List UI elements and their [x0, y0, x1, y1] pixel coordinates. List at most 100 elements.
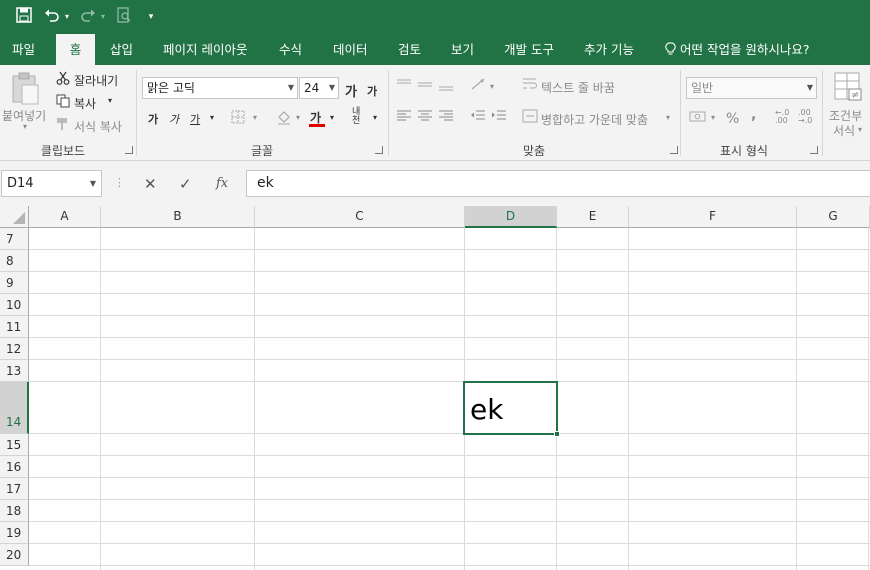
tab-review[interactable]: 검토: [398, 34, 421, 65]
formula-bar-grip-icon[interactable]: ⋮: [114, 176, 125, 189]
align-right-icon[interactable]: [438, 110, 454, 125]
fill-color-dropdown-icon[interactable]: ▾: [296, 113, 300, 122]
tab-formulas[interactable]: 수식: [279, 34, 302, 65]
cut-button[interactable]: 잘라내기: [74, 72, 118, 89]
tab-home[interactable]: 홈: [56, 34, 95, 65]
tab-add-ins[interactable]: 추가 기능: [584, 34, 634, 65]
enter-icon[interactable]: ✓: [179, 175, 192, 193]
print-preview-icon[interactable]: [114, 7, 134, 27]
format-painter-button[interactable]: 서식 복사: [74, 118, 122, 135]
merge-dropdown-icon[interactable]: ▾: [666, 113, 670, 122]
row-header[interactable]: 17: [0, 478, 29, 500]
orientation-icon[interactable]: [470, 77, 488, 94]
tab-insert[interactable]: 삽입: [110, 34, 133, 65]
fill-handle[interactable]: [554, 431, 560, 437]
gridline: [29, 521, 870, 522]
accounting-dropdown-icon[interactable]: ▾: [711, 113, 715, 122]
merge-center-icon: [522, 109, 538, 126]
active-cell-d14[interactable]: ek: [463, 381, 560, 437]
paste-dropdown-icon[interactable]: ▾: [23, 122, 27, 131]
tab-developer[interactable]: 개발 도구: [504, 34, 554, 65]
row-header[interactable]: 12: [0, 338, 29, 360]
formula-input[interactable]: ek: [246, 170, 870, 197]
row-header[interactable]: 7: [0, 228, 29, 250]
merge-center-button[interactable]: 병합하고 가운데 맞춤: [541, 111, 648, 128]
font-size-select[interactable]: 24 ▼: [299, 77, 339, 99]
wrap-text-button[interactable]: 텍스트 줄 바꿈: [541, 79, 615, 96]
column-header[interactable]: B: [101, 206, 255, 228]
column-header-selected[interactable]: D: [465, 206, 557, 228]
tab-data[interactable]: 데이터: [333, 34, 368, 65]
copy-button[interactable]: 복사: [74, 95, 96, 112]
underline-button[interactable]: 가: [190, 111, 200, 127]
tell-me-box[interactable]: 어떤 작업을 원하시나요?: [665, 34, 810, 65]
tab-file[interactable]: 파일: [12, 34, 35, 65]
phonetic-button[interactable]: 내천: [352, 108, 368, 126]
row-header[interactable]: 13: [0, 360, 29, 382]
row-header[interactable]: 16: [0, 456, 29, 478]
align-bottom-icon[interactable]: [438, 79, 454, 94]
copy-dropdown-icon[interactable]: ▾: [108, 96, 112, 105]
fill-color-icon[interactable]: [276, 109, 292, 128]
gridline: [628, 228, 629, 570]
row-header[interactable]: 19: [0, 522, 29, 544]
row-header[interactable]: 8: [0, 250, 29, 272]
percent-style-button[interactable]: %: [726, 111, 739, 127]
align-middle-icon[interactable]: [417, 79, 433, 94]
gridline: [254, 228, 255, 570]
column-header[interactable]: G: [797, 206, 870, 228]
row-header[interactable]: 11: [0, 316, 29, 338]
italic-button[interactable]: 가: [169, 111, 179, 127]
number-launcher-icon[interactable]: [810, 146, 818, 154]
alignment-launcher-icon[interactable]: [670, 146, 678, 154]
column-header[interactable]: F: [629, 206, 797, 228]
font-color-dropdown-icon[interactable]: ▾: [330, 113, 334, 122]
tab-page-layout[interactable]: 페이지 레이아웃: [163, 34, 247, 65]
paste-icon[interactable]: [10, 71, 40, 108]
align-center-icon[interactable]: [417, 110, 433, 125]
borders-icon[interactable]: [231, 110, 245, 127]
tab-view[interactable]: 보기: [451, 34, 474, 65]
redo-dropdown-icon[interactable]: ▾: [98, 7, 108, 27]
align-top-icon[interactable]: [396, 79, 412, 94]
grow-font-button[interactable]: 가: [345, 81, 357, 100]
row-header[interactable]: 15: [0, 434, 29, 456]
underline-dropdown-icon[interactable]: ▾: [210, 113, 214, 122]
align-left-icon[interactable]: [396, 110, 412, 125]
accounting-format-icon[interactable]: [689, 110, 707, 127]
customize-qat-icon[interactable]: ▾: [144, 7, 158, 27]
column-header[interactable]: E: [557, 206, 629, 228]
number-format-select[interactable]: 일반 ▼: [686, 77, 817, 99]
undo-dropdown-icon[interactable]: ▾: [62, 7, 72, 27]
increase-decimal-button[interactable]: ←.0 .00: [775, 109, 793, 125]
shrink-font-button[interactable]: 가: [367, 83, 377, 99]
redo-icon[interactable]: [78, 7, 98, 27]
row-header-selected[interactable]: 14: [0, 382, 29, 434]
clipboard-launcher-icon[interactable]: [125, 146, 133, 154]
row-header[interactable]: 18: [0, 500, 29, 522]
font-name-select[interactable]: 맑은 고딕 ▼: [142, 77, 298, 99]
column-header[interactable]: A: [29, 206, 101, 228]
comma-style-button[interactable]: ,: [751, 107, 756, 123]
borders-dropdown-icon[interactable]: ▾: [253, 113, 257, 122]
save-icon[interactable]: [14, 7, 34, 27]
select-all-button[interactable]: [0, 206, 29, 228]
phonetic-dropdown-icon[interactable]: ▾: [373, 113, 377, 122]
conditional-formatting-dropdown-icon[interactable]: ▾: [858, 125, 862, 134]
gridline: [29, 455, 870, 456]
increase-indent-icon[interactable]: [491, 110, 507, 125]
insert-function-icon[interactable]: fx: [216, 176, 228, 191]
name-box[interactable]: D14 ▼: [1, 170, 102, 197]
column-header[interactable]: C: [255, 206, 465, 228]
decrease-decimal-button[interactable]: .00 →.0: [798, 109, 816, 125]
row-header[interactable]: 20: [0, 544, 29, 566]
row-header[interactable]: 9: [0, 272, 29, 294]
decrease-indent-icon[interactable]: [470, 110, 486, 125]
undo-icon[interactable]: [42, 7, 62, 27]
font-launcher-icon[interactable]: [375, 146, 383, 154]
cancel-icon[interactable]: ✕: [144, 175, 157, 193]
bold-button[interactable]: 가: [148, 111, 158, 127]
worksheet-grid[interactable]: A B C D E F G 7 8 9 10 11 12 13 14 15 16…: [0, 206, 870, 570]
row-header[interactable]: 10: [0, 294, 29, 316]
orientation-dropdown-icon[interactable]: ▾: [490, 82, 494, 91]
